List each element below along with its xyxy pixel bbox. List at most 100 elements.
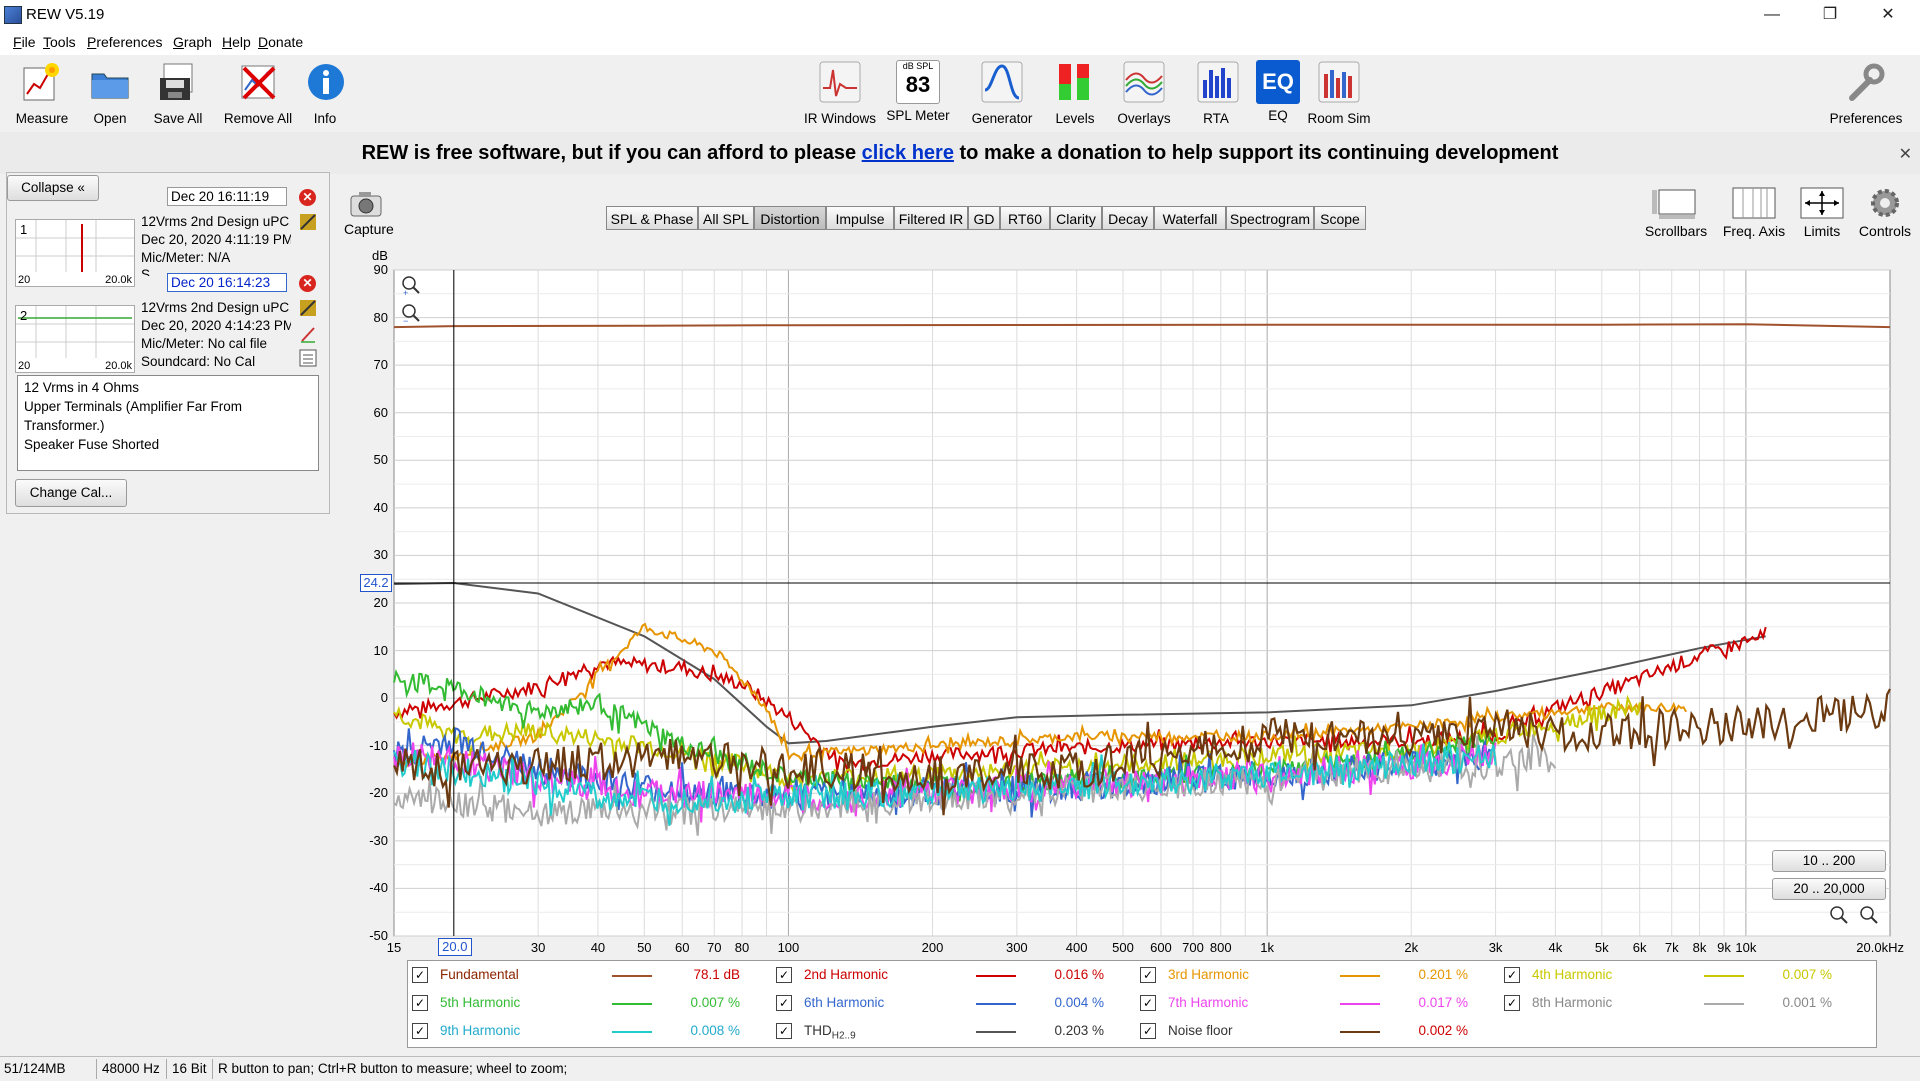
range-20-20000-button[interactable]: 20 .. 20,000 — [1772, 878, 1886, 900]
tab-spl-phase[interactable]: SPL & Phase — [606, 206, 698, 230]
tab-scope[interactable]: Scope — [1314, 206, 1366, 230]
measurement-soundcard: S — [141, 267, 151, 276]
y-tick-label: -30 — [369, 832, 388, 848]
legend-item: ✓ Fundamental 78.1 dB — [412, 965, 768, 989]
legend-checkbox[interactable]: ✓ — [776, 995, 792, 1011]
distortion-graph[interactable] — [392, 266, 1892, 938]
overlays-button[interactable]: Overlays — [1112, 60, 1176, 126]
notes-icon[interactable] — [299, 349, 317, 367]
scrollbars-button[interactable]: Scrollbars — [1640, 186, 1712, 239]
tab-all-spl[interactable]: All SPL — [698, 206, 754, 230]
levels-button[interactable]: Levels — [1050, 60, 1100, 126]
change-cal-button[interactable]: Change Cal... — [15, 479, 127, 507]
limits-button[interactable]: Limits — [1796, 186, 1848, 239]
tab-decay[interactable]: Decay — [1102, 206, 1154, 230]
measurement-color-icon[interactable] — [299, 299, 317, 317]
eq-button[interactable]: EQ EQ — [1256, 60, 1300, 123]
legend-checkbox[interactable]: ✓ — [412, 995, 428, 1011]
overlays-icon — [1123, 61, 1165, 103]
tab-filtered-ir[interactable]: Filtered IR — [894, 206, 968, 230]
pen-icon[interactable] — [299, 325, 317, 343]
ir-windows-button[interactable]: IR Windows — [800, 60, 880, 126]
legend-value: 0.016 % — [1054, 967, 1104, 982]
menu-donate[interactable]: Donate — [258, 34, 303, 50]
x-tick-label: 3k — [1488, 940, 1503, 955]
zoom-out-x-icon[interactable] — [1828, 904, 1850, 926]
collapse-button[interactable]: Collapse « — [7, 175, 99, 201]
tab-rt60[interactable]: RT60 — [1000, 206, 1050, 230]
remove-all-button[interactable]: Remove All — [222, 60, 294, 126]
legend-item: ✓ 8th Harmonic 0.001 % — [1504, 993, 1860, 1017]
legend-checkbox[interactable]: ✓ — [412, 1023, 428, 1039]
legend-checkbox[interactable]: ✓ — [1504, 995, 1520, 1011]
legend-label: 9th Harmonic — [440, 1023, 521, 1038]
legend-checkbox[interactable]: ✓ — [776, 1023, 792, 1039]
menu-graph[interactable]: Graph — [173, 34, 212, 50]
legend-swatch — [1704, 975, 1744, 977]
zoom-out-y-icon[interactable]: − — [400, 302, 422, 324]
wrench-icon — [1849, 63, 1885, 101]
menu-help[interactable]: Help — [222, 34, 251, 50]
menu-preferences[interactable]: Preferences — [87, 34, 163, 50]
measurement-date-field[interactable]: Dec 20 16:14:23 — [167, 273, 287, 292]
save-all-button[interactable]: Save All — [148, 60, 208, 126]
x-tick-label: 2k — [1404, 940, 1419, 955]
maximize-button[interactable]: ❐ — [1801, 0, 1859, 29]
main-toolbar: Measure Open Save All Remove All Info IR… — [0, 56, 1920, 132]
measurement-thumbnail[interactable]: 1 20 20.0k — [15, 219, 135, 287]
controls-button[interactable]: Controls — [1854, 186, 1916, 239]
info-button[interactable]: Info — [304, 60, 346, 126]
range-10-200-button[interactable]: 10 .. 200 — [1772, 850, 1886, 872]
legend-checkbox[interactable]: ✓ — [1140, 967, 1156, 983]
cursor-y-value[interactable]: 24.2 — [360, 574, 392, 593]
tab-impulse[interactable]: Impulse — [826, 206, 894, 230]
rta-button[interactable]: RTA — [1196, 60, 1239, 126]
close-window-button[interactable]: ✕ — [1859, 0, 1917, 29]
legend-swatch — [612, 1003, 652, 1005]
measurement-color-icon[interactable] — [299, 213, 317, 231]
open-button[interactable]: Open — [86, 60, 134, 126]
legend-checkbox[interactable]: ✓ — [1504, 967, 1520, 983]
zoom-in-y-icon[interactable]: + — [400, 274, 422, 296]
preferences-button[interactable]: Preferences — [1824, 60, 1908, 126]
cursor-x-value[interactable]: 20.0 — [437, 938, 472, 956]
x-tick-label: 50 — [637, 940, 652, 955]
tab-gd[interactable]: GD — [968, 206, 1000, 230]
minimize-button[interactable]: — — [1743, 0, 1801, 29]
remove-measurement-icon[interactable]: ✕ — [299, 189, 316, 206]
spl-meter-button[interactable]: dB SPL 83 SPL Meter — [884, 60, 952, 123]
measure-button[interactable]: Measure — [12, 60, 72, 126]
tab-spectrogram[interactable]: Spectrogram — [1226, 206, 1314, 230]
menu-tools[interactable]: Tools — [43, 34, 76, 50]
freq-axis-button[interactable]: Freq. Axis — [1718, 186, 1790, 239]
status-bar: 51/124MB 48000 Hz 16 Bit R button to pan… — [0, 1056, 1920, 1081]
tab-distortion[interactable]: Distortion — [754, 206, 826, 230]
generator-icon — [981, 61, 1023, 103]
measurement-notes[interactable]: 12 Vrms in 4 Ohms Upper Terminals (Ampli… — [17, 375, 319, 471]
graph-grid — [393, 269, 1891, 937]
banner-close-icon[interactable]: ✕ — [1899, 144, 1912, 164]
zoom-in-x-icon[interactable] — [1858, 904, 1880, 926]
legend-checkbox[interactable]: ✓ — [412, 967, 428, 983]
remove-measurement-icon[interactable]: ✕ — [299, 275, 316, 292]
legend-swatch — [1704, 1003, 1744, 1005]
legend-checkbox[interactable]: ✓ — [776, 967, 792, 983]
legend-checkbox[interactable]: ✓ — [1140, 1023, 1156, 1039]
room-sim-button[interactable]: Room Sim — [1306, 60, 1372, 126]
legend-label: 2nd Harmonic — [804, 967, 889, 982]
tab-waterfall[interactable]: Waterfall — [1154, 206, 1226, 230]
y-tick-label: 30 — [373, 547, 388, 563]
menu-file[interactable]: File — [13, 34, 36, 50]
measurement-thumbnail[interactable]: 2 20 20.0k — [15, 305, 135, 373]
legend-item: ✓ 2nd Harmonic 0.016 % — [776, 965, 1132, 989]
generator-button[interactable]: Generator — [966, 60, 1038, 126]
legend-item: ✓ THDH2..9 0.203 % — [776, 1021, 1132, 1045]
legend-checkbox[interactable]: ✓ — [1140, 995, 1156, 1011]
y-tick-label: 70 — [373, 357, 388, 373]
tab-clarity[interactable]: Clarity — [1050, 206, 1102, 230]
measurement-date-field[interactable]: Dec 20 16:11:19 — [167, 187, 287, 206]
capture-button[interactable]: Capture — [344, 190, 394, 237]
donate-link[interactable]: click here — [862, 142, 954, 164]
legend-item: ✓ 9th Harmonic 0.008 % — [412, 1021, 768, 1045]
x-tick-label: 100 — [777, 940, 800, 955]
